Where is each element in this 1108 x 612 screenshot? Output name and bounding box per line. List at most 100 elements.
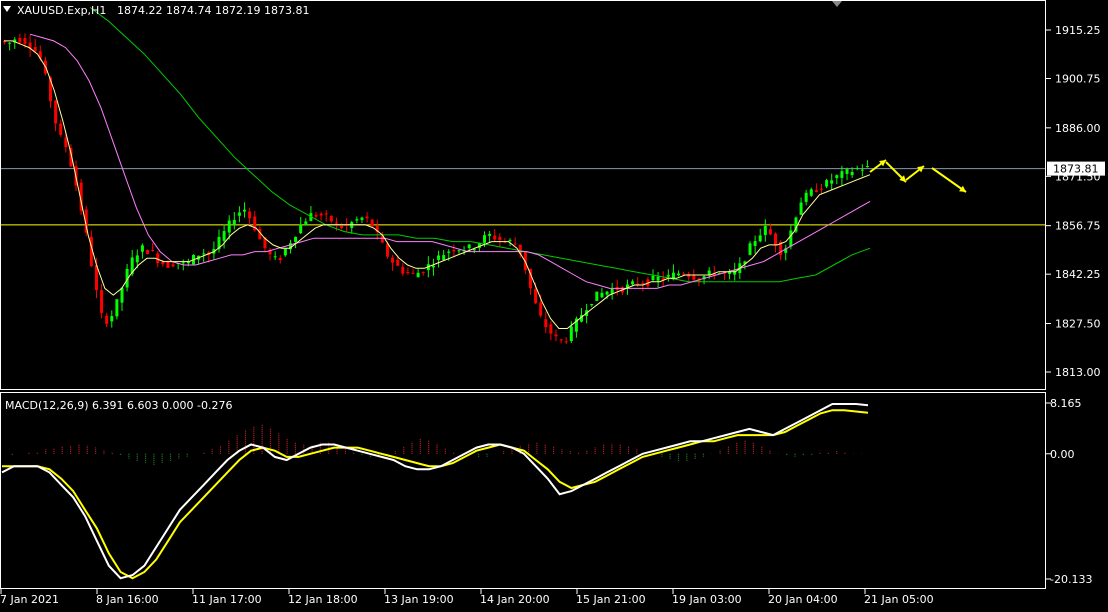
candle-body [457, 250, 461, 252]
candle-body [835, 175, 839, 179]
time-tick-label: 8 Jan 16:00 [96, 593, 159, 606]
candle-body [135, 255, 139, 263]
candle-body [860, 169, 864, 171]
candle-body [8, 42, 12, 44]
candle-body [819, 188, 823, 190]
candle-body [120, 287, 124, 303]
candle-body [365, 216, 369, 219]
candle-body [748, 243, 752, 255]
symbol-label: XAUUSD.Exp,H1 [17, 4, 106, 17]
candle-body [411, 272, 415, 274]
macd-tick-label: 8.165 [1050, 397, 1082, 410]
candle-body [324, 213, 328, 215]
candle-body [539, 302, 543, 316]
current-price-label: 1873.81 [1053, 163, 1099, 176]
macd-label: MACD(12,26,9) 6.391 6.603 0.000 -0.276 [5, 399, 232, 412]
candle-body [631, 281, 635, 285]
candle-body [304, 221, 308, 226]
candle-body [467, 244, 471, 249]
candle-body [814, 190, 818, 192]
candle-body [171, 264, 175, 267]
candle-body [319, 213, 323, 216]
time-tick-label: 19 Jan 03:00 [672, 593, 742, 606]
candle-body [559, 339, 563, 341]
candle-body [753, 241, 757, 246]
candle-body [314, 214, 318, 217]
candle-body [483, 235, 487, 243]
candle-body [569, 326, 573, 342]
time-tick-label: 20 Jan 04:00 [768, 593, 838, 606]
candle-body [181, 262, 185, 264]
candle-body [355, 219, 359, 221]
candle-body [299, 224, 303, 234]
candle-body [227, 220, 231, 233]
candle-body [105, 315, 109, 324]
candle-body [590, 303, 594, 306]
candle-body [232, 220, 236, 225]
candle-body [508, 239, 512, 241]
candle-body [610, 288, 614, 294]
candle-body [340, 225, 344, 229]
candle-body [692, 275, 696, 280]
candle-body [850, 172, 854, 176]
candle-body [222, 231, 226, 241]
candle-body [442, 255, 446, 260]
candle-body [534, 289, 538, 304]
macd-tick-label: -20.133 [1050, 573, 1092, 586]
chart-background [0, 0, 1108, 608]
candle-body [564, 341, 568, 343]
candle-body [156, 253, 160, 264]
price-tick-label: 1842.25 [1055, 268, 1101, 281]
candle-body [283, 248, 287, 256]
candle-body [294, 236, 298, 242]
candle-body [360, 217, 364, 220]
candle-body [825, 180, 829, 187]
candle-body [370, 219, 374, 227]
candle-body [488, 233, 492, 236]
candle-body [329, 215, 333, 222]
candle-body [146, 250, 150, 255]
candle-body [656, 276, 660, 281]
candle-body [406, 272, 410, 274]
candle-body [758, 235, 762, 242]
ohlc-values: 1874.22 1874.74 1872.19 1873.81 [117, 4, 309, 17]
candle-body [401, 266, 405, 274]
candle-body [605, 291, 609, 295]
time-tick-label: 14 Jan 20:00 [480, 593, 550, 606]
candle-body [768, 229, 772, 235]
time-tick-label: 7 Jan 2021 [0, 593, 59, 606]
price-tick-label: 1856.75 [1055, 220, 1101, 233]
time-tick-label: 11 Jan 17:00 [192, 593, 262, 606]
candle-body [544, 319, 548, 328]
candle-body [431, 265, 435, 268]
candle-body [677, 273, 681, 276]
candle-body [237, 212, 241, 216]
trading-chart[interactable]: 1915.25 1900.75 1886.00 1871.50 1856.75 1842.… [0, 0, 1108, 608]
candle-body [385, 243, 389, 257]
candle-body [166, 261, 170, 268]
price-tick-label: 1915.25 [1055, 24, 1101, 37]
candle-body [799, 202, 803, 215]
candle-body [23, 38, 27, 44]
candle-body [707, 270, 711, 275]
time-tick-label: 21 Jan 05:00 [864, 593, 934, 606]
candle-body [774, 233, 778, 246]
candle-body [763, 226, 767, 235]
candle-body [243, 209, 247, 212]
candle-body [140, 245, 144, 252]
candle-body [600, 292, 604, 298]
macd-tick-label: 0.00 [1050, 448, 1075, 461]
candle-body [865, 165, 869, 167]
candle-body [513, 243, 517, 245]
candle-body [54, 100, 58, 124]
candle-body [273, 256, 277, 258]
candle-body [151, 249, 155, 251]
candle-body [840, 171, 844, 178]
time-tick-label: 15 Jan 21:00 [576, 593, 646, 606]
candle-body [809, 189, 813, 196]
candle-body [845, 169, 849, 174]
candle-body [33, 47, 37, 52]
candle-body [391, 257, 395, 263]
candle-body [100, 290, 104, 313]
candle-body [248, 211, 252, 219]
